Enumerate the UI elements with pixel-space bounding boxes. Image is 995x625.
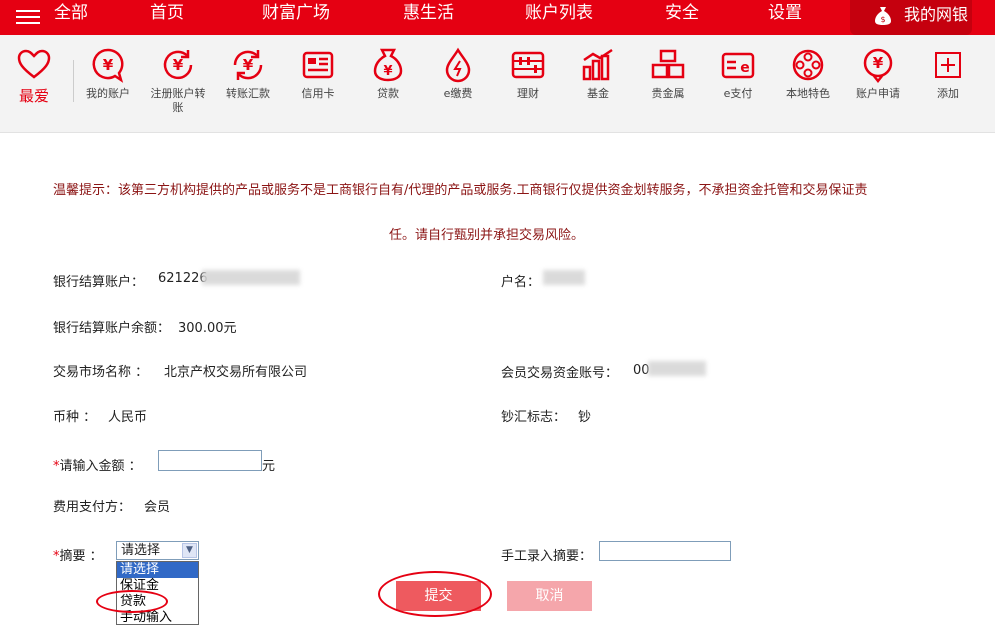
name-label: 户名：	[501, 275, 541, 290]
summary-label-text: 摘要 ：	[59, 549, 103, 564]
shortcut-transfer[interactable]: ¥ 转账汇款	[213, 47, 283, 101]
heart-icon	[17, 49, 51, 79]
yuan-refresh-icon: ¥	[163, 50, 193, 80]
svg-text:¥: ¥	[383, 64, 392, 79]
favorite-label: 最爱	[18, 87, 49, 105]
top-nav: 全部 首页 财富广场 惠生活 账户列表 安全 设置 $ 我的网银	[0, 0, 995, 35]
yuan-speech-icon: ¥	[92, 48, 124, 83]
my-bank-button[interactable]: $ 我的网银	[850, 0, 972, 35]
amount-label: *请输入金额 ：	[53, 455, 142, 474]
svg-text:¥: ¥	[173, 56, 184, 74]
shortcut-loan[interactable]: ¥ 贷款	[353, 47, 423, 101]
highlight-ring-loan	[96, 590, 168, 613]
chevron-down-icon[interactable]: ▼	[182, 543, 197, 558]
nav-life[interactable]: 惠生活	[403, 0, 454, 35]
shortcut-label: 信用卡	[301, 87, 335, 100]
market-value: 北京产权交易所有限公司	[164, 365, 308, 380]
svg-text:$: $	[880, 15, 885, 24]
masked-account	[202, 270, 300, 285]
balance-label: 银行结算账户余额：	[53, 321, 171, 336]
shortcut-label: 贵金属	[651, 87, 685, 100]
shortcut-account-apply[interactable]: ¥ 账户申请	[843, 47, 913, 101]
nav-home[interactable]: 首页	[150, 0, 184, 35]
quick-icon-bar: 最爱 ¥ 我的账户 ¥ 注册账户转账 ¥ 转账汇款 信用卡 ¥ 贷款 e缴费 理…	[0, 35, 995, 133]
shortcut-credit-card[interactable]: 信用卡	[283, 47, 353, 101]
amount-unit: 元	[262, 459, 276, 474]
cancel-button[interactable]: 取消	[507, 581, 592, 611]
credit-card-icon	[302, 51, 334, 79]
currency-label: 币种 ：	[53, 410, 97, 425]
manual-summary-input[interactable]	[599, 541, 731, 561]
amount-label-text: 请输入金额 ：	[59, 459, 142, 474]
cash-flag-label: 钞汇标志：	[501, 410, 567, 425]
shortcut-label: 本地特色	[786, 87, 830, 100]
shortcut-label: 理财	[517, 87, 539, 100]
e-pay-icon: e	[721, 52, 755, 79]
nav-security[interactable]: 安全	[665, 0, 699, 35]
currency-value: 人民币	[108, 410, 148, 425]
shortcut-local-features[interactable]: 本地特色	[773, 47, 843, 101]
market-label: 交易市场名称 ：	[53, 365, 149, 380]
shortcut-epay[interactable]: e e支付	[703, 47, 773, 101]
fee-payer-value: 会员	[144, 500, 171, 515]
nav-all[interactable]: 全部	[54, 0, 88, 35]
masked-member-account	[648, 361, 706, 376]
nav-settings[interactable]: 设置	[768, 0, 802, 35]
money-bag-icon: ¥	[373, 48, 403, 82]
yuan-apply-icon: ¥	[863, 48, 893, 83]
money-bag-icon: $	[875, 7, 891, 25]
shortcut-label: 贷款	[377, 87, 399, 100]
shortcut-add[interactable]: 添加	[913, 47, 983, 101]
shortcut-precious-metals[interactable]: 贵金属	[633, 47, 703, 101]
shortcut-wealth-mgmt[interactable]: 理财	[493, 47, 563, 101]
notice-line-2: 任。请自行甄别并承担交易风险。	[389, 228, 585, 243]
shortcut-fund[interactable]: 基金	[563, 47, 633, 101]
shortcut-label: 账户申请	[856, 87, 900, 100]
notice-line-1: 温馨提示：该第三方机构提供的产品或服务不是工商银行自有/代理的产品或服务.工商银…	[53, 183, 868, 198]
shortcut-label: 转账汇款	[226, 87, 270, 100]
shortcut-label: 我的账户	[86, 87, 130, 100]
nav-wealth[interactable]: 财富广场	[262, 0, 330, 35]
shortcut-my-account[interactable]: ¥ 我的账户	[73, 47, 143, 101]
fee-payer-label: 费用支付方：	[53, 500, 132, 515]
summary-label: *摘要 ：	[53, 545, 103, 564]
masked-name	[543, 270, 585, 285]
summary-select[interactable]: 请选择 ▼	[116, 541, 199, 560]
amount-input[interactable]	[158, 450, 262, 471]
balance-value: 300.00元	[178, 321, 237, 336]
svg-text:¥: ¥	[873, 54, 884, 72]
nav-accounts[interactable]: 账户列表	[525, 0, 593, 35]
abacus-icon	[511, 51, 545, 79]
account-label: 银行结算账户：	[53, 275, 145, 290]
account-value: 621226	[158, 271, 208, 286]
svg-text:e: e	[740, 60, 750, 76]
summary-selected-value: 请选择	[121, 543, 161, 558]
shortcut-label: 添加	[937, 87, 959, 100]
manual-summary-label: 手工录入摘要：	[501, 549, 593, 564]
shortcut-label: e缴费	[443, 87, 473, 100]
svg-text:¥: ¥	[243, 56, 254, 74]
reel-icon	[792, 49, 824, 81]
gold-bars-icon	[651, 49, 685, 79]
yuan-transfer-icon: ¥	[233, 50, 263, 80]
shortcut-registered-transfer[interactable]: ¥ 注册账户转账	[143, 47, 213, 115]
highlight-ring-submit	[378, 571, 492, 617]
shortcut-label: 注册账户转账	[150, 87, 206, 114]
my-bank-label: 我的网银	[904, 5, 969, 24]
option-please-select[interactable]: 请选择	[117, 562, 198, 578]
plus-icon	[935, 52, 961, 78]
menu-icon[interactable]	[16, 7, 40, 27]
shortcut-label: 基金	[587, 87, 609, 100]
shortcut-label: e支付	[723, 87, 753, 100]
member-account-label: 会员交易资金账号：	[501, 366, 619, 381]
bar-chart-icon	[582, 48, 613, 81]
droplet-icon	[445, 47, 471, 83]
svg-text:¥: ¥	[103, 56, 114, 74]
shortcut-epay-bills[interactable]: e缴费	[423, 47, 493, 101]
favorite-shortcut[interactable]: 最爱	[14, 49, 54, 106]
cash-flag-value: 钞	[578, 410, 592, 425]
